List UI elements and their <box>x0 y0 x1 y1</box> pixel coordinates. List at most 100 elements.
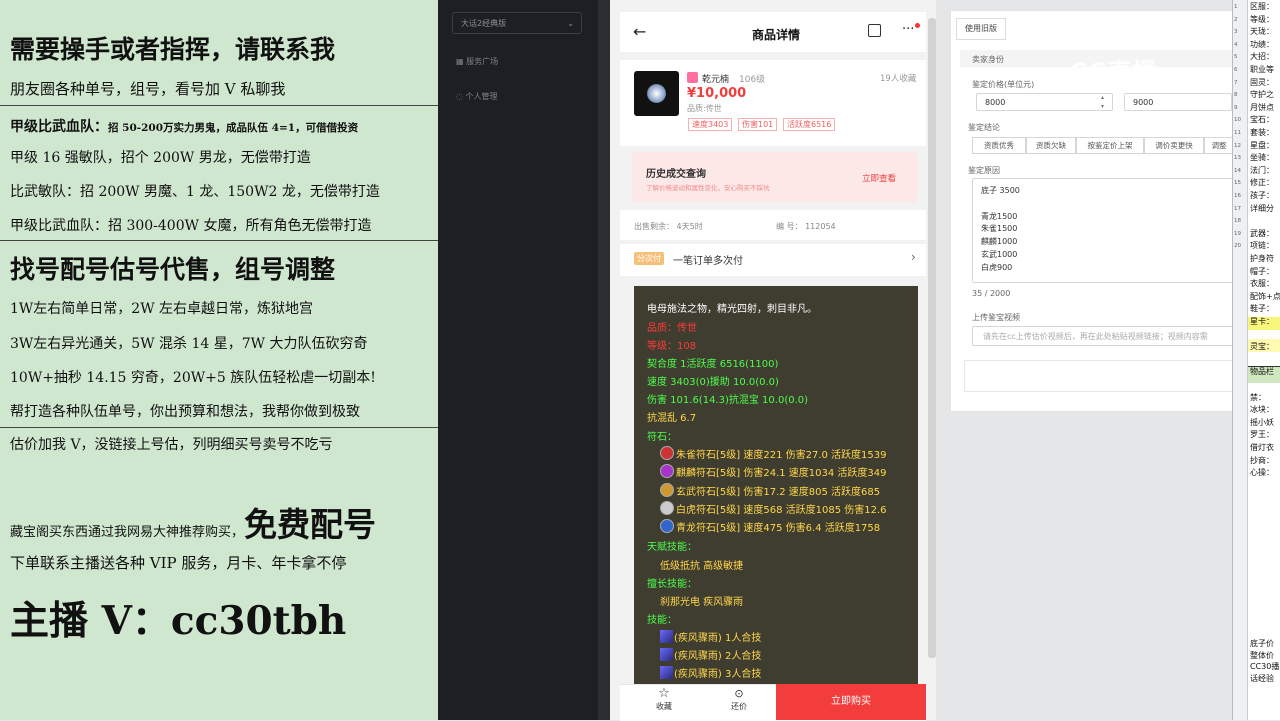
installment-row[interactable] <box>620 244 926 276</box>
promo-line: 比武敏队：招 200W 男魔、1 龙、150W2 龙，无偿带打造 <box>10 184 380 200</box>
item-stat: 速度 3403(0)援助 10.0(0.0) <box>647 377 779 388</box>
sheet-cell[interactable]: 天珑： <box>1250 26 1274 37</box>
sheet-row-number: 1 <box>1234 4 1238 10</box>
promo-line: 估价加我 V，没链接上号估，列明细买号卖号不吃亏 <box>10 437 333 453</box>
back-arrow-icon[interactable]: ← <box>633 22 646 41</box>
sheet-row-number: 11 <box>1234 130 1241 136</box>
price-label: 鉴定价格(单位元) <box>972 80 1035 89</box>
conclusion-tag[interactable]: 按鉴定价上架 <box>1076 137 1144 154</box>
rune-row: 朱雀符石[5级] 速度221 伤害27.0 活跃度1539 <box>660 446 887 461</box>
sheet-cell[interactable]: 等级： <box>1250 14 1274 25</box>
conclusion-tag[interactable]: 调整 <box>1204 137 1234 154</box>
sheet-cell[interactable]: 底子价 <box>1250 638 1274 649</box>
sheet-cell[interactable]: 套装： <box>1250 127 1274 138</box>
sheet-cell[interactable]: 罗王： <box>1250 429 1274 440</box>
sheet-cell[interactable]: 坐骑： <box>1250 152 1274 163</box>
favorites-count: 19人收藏 <box>880 74 917 84</box>
tab-old-version[interactable]: 使用旧版 <box>956 18 1006 40</box>
sheet-cell[interactable]: 帽子： <box>1250 266 1274 277</box>
promo-line: 甲级比武血队：招 50-200万实力男鬼，成品队伍 4=1，可借借投资 <box>10 119 359 135</box>
char-counter: 35 / 2000 <box>972 289 1011 298</box>
sheet-cell[interactable]: CC30播 <box>1250 661 1279 672</box>
sheet-cell[interactable]: 孩子： <box>1250 190 1274 201</box>
chevron-right-icon: › <box>911 250 916 264</box>
streamer-contact: 主播 V：cc30tbh <box>10 598 347 644</box>
sheet-cell[interactable]: 功绩： <box>1250 39 1274 50</box>
sheet-cell[interactable]: 星卡： <box>1250 316 1274 327</box>
divider <box>0 427 438 428</box>
sheet-cell[interactable]: 话经验 <box>1250 673 1274 684</box>
promo-headline: 需要操手或者指挥，请联系我 <box>10 35 336 64</box>
spreadsheet-panel: 区服： 等级： 天珑： 功绩： 大招： 职业等固灵： 守护之月饼点 宝石： 套装： 星盘： 坐骑： 法… <box>1232 0 1280 720</box>
item-stat: 伤害 101.6(14.3)抗混宝 10.0(0.0) <box>647 395 809 406</box>
history-title: 历史成交查询 <box>646 169 706 180</box>
scrollbar[interactable] <box>928 18 936 658</box>
sheet-row-number: 9 <box>1234 104 1238 111</box>
favorite-button[interactable]: ☆ 收藏 <box>650 687 678 712</box>
buy-now-button[interactable]: 立即购买 <box>776 684 926 720</box>
rune-gem-icon <box>660 501 674 515</box>
sheet-cell[interactable]: 心操： <box>1250 467 1274 478</box>
grid-icon: ▦ <box>456 57 467 66</box>
sheet-cell[interactable]: 详细分 <box>1250 203 1274 214</box>
sheet-cell[interactable]: 武器： <box>1250 228 1274 239</box>
sheet-cell[interactable]: 摇小妖 <box>1250 417 1274 428</box>
sheet-row-number: 13 <box>1234 155 1241 162</box>
more-icon[interactable]: ··· <box>902 22 914 37</box>
conclusion-tag[interactable]: 调价卖更快 <box>1144 137 1204 154</box>
reason-textarea[interactable]: 底子 3500 青龙1500 朱雀1500 麒麟1000 玄武1000 白虎90… <box>972 178 1234 283</box>
sheet-cell[interactable]: 月饼点 <box>1250 102 1274 113</box>
sheet-cell[interactable]: 物品栏 <box>1250 366 1274 377</box>
sheet-cell[interactable]: 护身符 <box>1250 253 1274 264</box>
sheet-cell[interactable]: 衣服： <box>1250 278 1274 289</box>
promo-line: 帮打造各种队伍单号，你出预算和想法，我帮你做到极致 <box>10 404 360 420</box>
sheet-cell[interactable]: 整体价 <box>1250 650 1274 661</box>
sheet-cell[interactable]: 冰块： <box>1250 404 1274 415</box>
promo-line: 甲级比武血队：招 300-400W 女魔，所有角色无偿带打造 <box>10 218 372 234</box>
skill-icon <box>660 666 673 679</box>
sheet-cell[interactable]: 星盘： <box>1250 140 1274 151</box>
sheet-row-number: 16 <box>1234 193 1241 199</box>
price-high-input[interactable]: 9000 <box>1124 93 1232 111</box>
bargain-button[interactable]: ⊙ 还价 <box>725 687 753 712</box>
sheet-cell[interactable]: 禁： <box>1250 392 1266 403</box>
sidebar-item-personal[interactable]: ◌ 个人管理 <box>456 91 498 102</box>
conclusion-tag[interactable]: 资质欠缺 <box>1026 137 1076 154</box>
skill-row: (疾风骤雨) 2人合技 <box>660 647 761 662</box>
sheet-cell[interactable]: 抄商： <box>1250 455 1274 466</box>
price-low-input[interactable]: 8000 <box>976 93 1113 111</box>
game-select[interactable]: 大话2经典版 ⌄ <box>452 12 582 34</box>
sheet-cell[interactable]: 项链： <box>1250 240 1274 251</box>
history-view-button[interactable]: 立即查看 <box>862 172 896 184</box>
sheet-cell[interactable]: 修正： <box>1250 177 1274 188</box>
share-icon[interactable] <box>868 24 881 37</box>
skill-heading: 技能： <box>647 615 677 626</box>
item-detail-panel: 电母施法之物，精光四射，刺目非凡。 品质：传世 等级：108 契合度 1活跃度 … <box>634 286 918 684</box>
sheet-cell[interactable]: 区服： <box>1250 1 1274 12</box>
video-link-input[interactable]: 请先在cc上传估价视频后，再在此处粘贴视频链接；视频内容需 <box>972 326 1234 346</box>
remaining-time: 出售剩余： 4天5时 <box>634 222 703 231</box>
sheet-cell[interactable]: 灵宝： <box>1250 341 1274 352</box>
skill-row: (疾风骤雨) 3人合技 <box>660 665 761 680</box>
game-badge <box>687 72 698 83</box>
sheet-cell[interactable]: 守护之 <box>1250 89 1274 100</box>
promo-line: 藏宝阁买东西通过我网易大神推荐购买，免费配号 <box>10 505 377 544</box>
sheet-cell[interactable]: 职业等 <box>1250 64 1274 75</box>
sidebar <box>438 0 598 720</box>
promo-line: 3W左右异光通关，5W 混杀 14 星，7W 大力队伍砍穷奇 <box>10 336 368 352</box>
sheet-cell[interactable]: 配饰+点 <box>1250 291 1280 302</box>
sheet-row-number: 7 <box>1234 79 1238 86</box>
sheet-cell[interactable]: 借灯衣 <box>1250 442 1274 453</box>
stepper-icon[interactable]: ▴ ▾ <box>1101 93 1104 111</box>
conclusion-tag[interactable]: 资质优秀 <box>972 137 1026 154</box>
sheet-row-number: 2 <box>1234 16 1238 23</box>
skill-icon <box>660 648 673 661</box>
promo-line: 朋友圈各种单号，组号，看号加 V 私聊我 <box>10 80 286 98</box>
bargain-icon: ⊙ <box>734 687 744 700</box>
sidebar-item-service-plaza[interactable]: ▦ 服务广场 <box>456 56 498 67</box>
sheet-cell[interactable]: 法门： <box>1250 165 1274 176</box>
sheet-cell[interactable]: 固灵： <box>1250 77 1274 88</box>
sheet-cell[interactable]: 宝石： <box>1250 114 1274 125</box>
sheet-cell[interactable]: 鞋子： <box>1250 303 1274 314</box>
sheet-cell[interactable]: 大招： <box>1250 51 1274 62</box>
